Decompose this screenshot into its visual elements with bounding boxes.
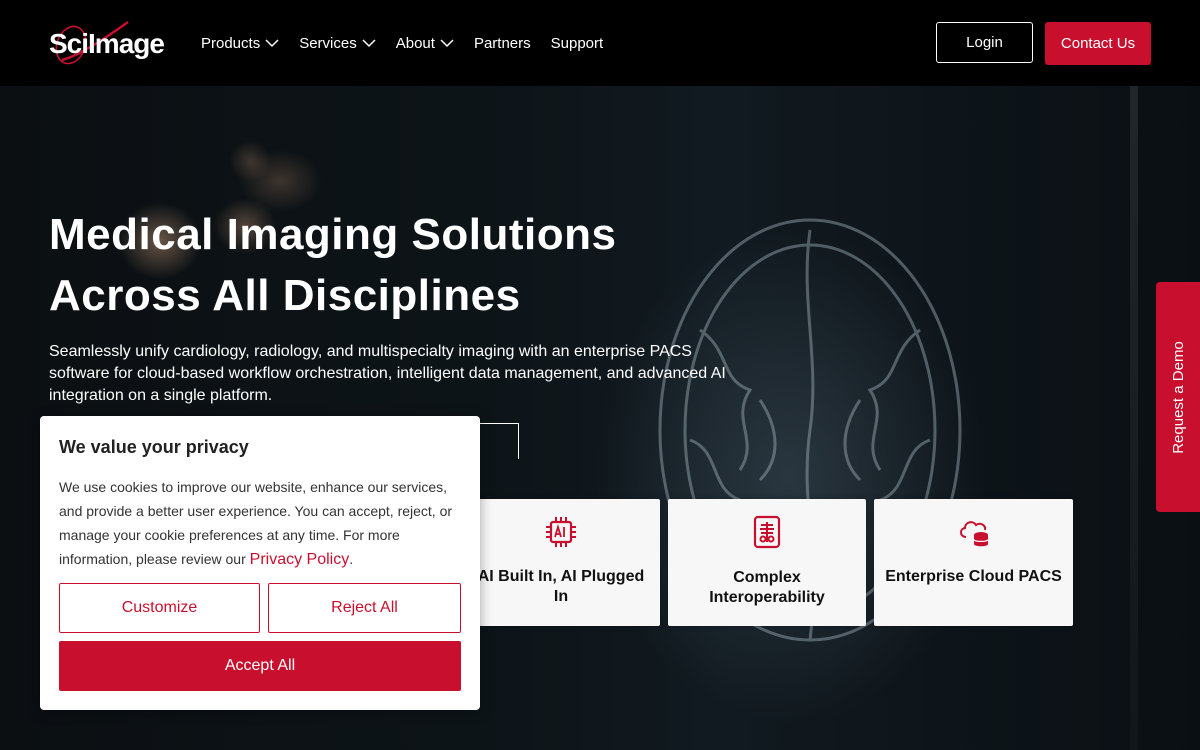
hero-title-line-2: Across All Disciplines (49, 271, 521, 320)
cookie-consent-dialog: We value your privacy We use cookies to … (40, 416, 480, 710)
ai-chip-icon (546, 517, 576, 547)
chevron-down-icon (362, 39, 376, 48)
nav-products[interactable]: Products (201, 33, 279, 53)
request-demo-label: Request a Demo (1169, 340, 1187, 454)
nav-support[interactable]: Support (551, 33, 604, 53)
interoperability-icon (753, 515, 781, 549)
cookie-title: We value your privacy (59, 437, 249, 457)
nav-partners[interactable]: Partners (474, 33, 531, 53)
feature-card-ai[interactable]: AI Built In, AI Plugged In (462, 499, 660, 626)
monitor-edge (1130, 86, 1138, 750)
hero-title: Medical Imaging Solutions Across All Dis… (49, 204, 749, 326)
feature-card-cloud-pacs[interactable]: Enterprise Cloud PACS (874, 499, 1073, 626)
nav-services-label: Services (299, 34, 357, 52)
chevron-down-icon (440, 39, 454, 48)
cookie-body-end: . (349, 551, 354, 567)
feature-card-interoperability[interactable]: Complex Interoperability (668, 499, 866, 626)
nav-about[interactable]: About (396, 33, 454, 53)
feature-card-cloud-pacs-label: Enterprise Cloud PACS (885, 568, 1062, 585)
cloud-database-icon (959, 521, 989, 547)
site-header: SciImage Products Services About Partner… (0, 0, 1200, 86)
login-button[interactable]: Login (936, 22, 1033, 63)
nav-products-label: Products (201, 34, 261, 52)
customize-button[interactable]: Customize (59, 583, 260, 633)
feature-card-interoperability-label: Complex Interoperability (709, 569, 825, 606)
main-nav: Products Services About Partners Support (201, 33, 623, 53)
nav-support-label: Support (550, 34, 604, 52)
privacy-policy-link[interactable]: Privacy Policy (250, 551, 350, 568)
hero-subtitle: Seamlessly unify cardiology, radiology, … (49, 343, 726, 404)
cookie-body: We use cookies to improve our website, e… (59, 475, 464, 572)
nav-partners-label: Partners (473, 34, 531, 52)
accept-all-button[interactable]: Accept All (59, 641, 461, 691)
request-demo-tab[interactable]: Request a Demo (1156, 282, 1200, 512)
chevron-down-icon (265, 39, 279, 48)
nav-about-label: About (395, 34, 435, 52)
feature-card-ai-label: AI Built In, AI Plugged In (477, 568, 645, 605)
contact-us-button[interactable]: Contact Us (1045, 22, 1151, 65)
sciimage-logo[interactable]: SciImage (48, 20, 174, 66)
nav-services[interactable]: Services (299, 33, 376, 53)
logo-text: SciImage (49, 28, 165, 59)
hero-title-line-1: Medical Imaging Solutions (49, 210, 617, 259)
reject-all-button[interactable]: Reject All (268, 583, 461, 633)
